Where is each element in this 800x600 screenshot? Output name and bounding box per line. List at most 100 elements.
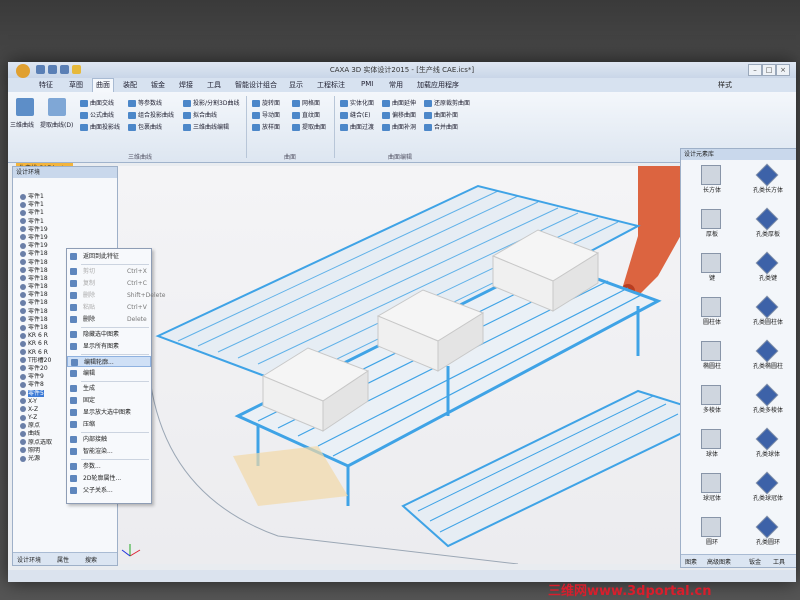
context-menu-item[interactable]: 复制 Ctrl+C [67,278,151,289]
library-element[interactable]: 厚板 [687,207,737,247]
library-element[interactable]: 多棱体 [687,383,737,423]
library-element[interactable]: 孔类椭圆柱 [743,339,793,379]
library-element[interactable]: 圆柱体 [687,295,737,335]
context-menu-item[interactable]: 生成 [67,383,151,394]
tab-elements[interactable]: 图素 [685,557,697,566]
library-element[interactable]: 孔类长方体 [743,163,793,203]
part-icon [20,291,26,298]
context-menu-item[interactable]: 压缩 [67,419,151,430]
library-element[interactable]: 孔类圆柱体 [743,295,793,335]
ribbon-col1-item-2[interactable]: 曲面投影线 [80,122,120,131]
context-menu-item[interactable]: 显示所有图素 [67,341,151,352]
ribbon-col2-item-2[interactable]: 包裹曲线 [128,122,162,131]
tree-item[interactable]: 零件19 [16,234,112,242]
context-menu-item[interactable]: 参数... [67,461,151,472]
tab-assembly[interactable]: 装配 [120,80,140,90]
library-element[interactable]: 椭圆柱 [687,339,737,379]
tab-sheetmetal-lib[interactable]: 钣金 [749,557,761,566]
ribbon-col4-item-2[interactable]: 放样面 [252,122,280,131]
tab-display[interactable]: 显示 [286,80,306,90]
tree-item[interactable]: 零件1 [16,193,112,201]
ribbon-col5-item-2[interactable]: 提取曲面 [292,122,326,131]
tab-common[interactable]: 常用 [386,80,406,90]
library-element[interactable]: 圆环 [687,515,737,555]
part-icon [20,234,26,241]
tab-sketch[interactable]: 草图 [66,80,86,90]
ribbon-col4-item-1[interactable]: 导动面 [252,110,280,119]
3d-curve-button[interactable]: 三维曲线 [10,120,34,129]
library-element[interactable]: 孔类键 [743,251,793,291]
tab-design-env[interactable]: 设计环境 [17,555,41,564]
ribbon-col5-item-1[interactable]: 直纹面 [292,110,320,119]
tab-addins[interactable]: 加载应用程序 [414,80,462,90]
tab-weld[interactable]: 焊接 [176,80,196,90]
context-menu-item[interactable]: 返回到此特征 [67,251,151,262]
ribbon-col6-item-2[interactable]: 曲面过渡 [340,122,374,131]
context-menu-item[interactable]: 父子关系... [67,485,151,496]
tab-properties[interactable]: 属性 [57,555,69,564]
context-menu-item[interactable]: 编辑轮廓... [67,356,151,367]
context-menu-item[interactable]: 2D轮廓属性... [67,473,151,484]
ribbon-col8-item-1[interactable]: 曲面补面 [424,110,458,119]
ribbon-col8-item-2[interactable]: 合并曲面 [424,122,458,131]
3d-curve-icon[interactable] [16,98,34,116]
context-menu-item[interactable]: 内部接触 [67,434,151,445]
library-element[interactable]: 键 [687,251,737,291]
context-menu-item[interactable]: 编辑 [67,368,151,379]
ribbon-col7-item-1[interactable]: 偏移曲面 [382,110,416,119]
context-menu-item[interactable]: 删除 Delete [67,314,151,325]
context-menu-item[interactable]: 固定 [67,395,151,406]
tree-item[interactable]: 零件1 [16,218,112,226]
library-element[interactable]: 球冠体 [687,471,737,511]
context-menu-item[interactable]: 剪切 Ctrl+X [67,266,151,277]
ribbon-col1-item-0[interactable]: 曲面交线 [80,98,114,107]
ribbon-col2-item-1[interactable]: 组合投影曲线 [128,110,174,119]
ribbon-col3-item-0[interactable]: 投影/分割3D曲线 [183,98,239,107]
context-menu-item[interactable]: 粘贴 Ctrl+V [67,302,151,313]
tab-feature[interactable]: 特征 [36,80,56,90]
library-element[interactable]: 孔类多棱体 [743,383,793,423]
tree-item[interactable]: 零件1 [16,209,112,217]
ribbon-col5-item-0[interactable]: 网格面 [292,98,320,107]
tab-advanced-elements[interactable]: 高级图素 [707,557,731,566]
style-label[interactable]: 样式 [718,80,732,90]
context-menu-item[interactable]: 智能渲染... [67,446,151,457]
tree-item[interactable]: 零件19 [16,226,112,234]
ribbon-col6-item-0[interactable]: 实体化面 [340,98,374,107]
part-icon [20,381,26,388]
tab-annotation[interactable]: 工程标注 [314,80,348,90]
context-menu-item[interactable]: 删除 Shift+Delete [67,290,165,301]
maximize-button[interactable]: □ [762,64,776,76]
tab-pmi[interactable]: PMI [358,80,376,88]
tab-tools-lib[interactable]: 工具 [773,557,785,566]
library-element[interactable]: 孔类球体 [743,427,793,467]
tab-smart-design[interactable]: 智能设计组合 [232,80,280,90]
library-element[interactable]: 孔类圆环 [743,515,793,555]
library-element[interactable]: 孔类球冠体 [743,471,793,511]
ribbon-col4-item-0[interactable]: 旋转面 [252,98,280,107]
ribbon-col3-item-1[interactable]: 拟合曲线 [183,110,217,119]
tree-item[interactable]: 零件1 [16,201,112,209]
library-element[interactable]: 球体 [687,427,737,467]
tab-search[interactable]: 搜索 [85,555,97,564]
tree-item-label: 零件1 [28,209,44,217]
extract-curve-button[interactable]: 提取曲线(D) [40,120,73,129]
ribbon-col7-item-2[interactable]: 曲面补洞 [382,122,416,131]
ribbon-col7-item-0[interactable]: 曲面延伸 [382,98,416,107]
extract-curve-icon[interactable] [48,98,66,116]
ribbon-col1-item-1[interactable]: 公式曲线 [80,110,114,119]
context-menu-item[interactable]: 隐藏选中图素 [67,329,151,340]
ribbon-col6-item-1[interactable]: 缝合(E) [340,110,370,119]
close-button[interactable]: × [776,64,790,76]
ribbon-col2-item-0[interactable]: 等参数线 [128,98,162,107]
library-element[interactable]: 长方体 [687,163,737,203]
context-menu-item[interactable]: 显示放大选中图素 [67,407,151,418]
tab-sheetmetal[interactable]: 钣金 [148,80,168,90]
tab-surface[interactable]: 曲面 [92,78,114,93]
tab-tools[interactable]: 工具 [204,80,224,90]
minimize-button[interactable]: – [748,64,762,76]
ribbon-col3-item-2[interactable]: 三维曲线编辑 [183,122,229,131]
ribbon-col8-item-0[interactable]: 还原裁剪曲面 [424,98,470,107]
3d-viewport[interactable] [118,166,686,564]
library-element[interactable]: 孔类厚板 [743,207,793,247]
